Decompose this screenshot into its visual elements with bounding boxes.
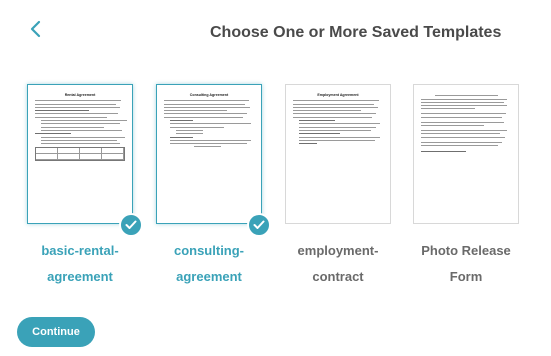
document-preview-title: Consulting Agreement: [189, 93, 229, 97]
selected-check-icon: [247, 213, 271, 237]
template-label-employment-contract[interactable]: employment- contract: [278, 238, 398, 290]
back-button[interactable]: [22, 16, 48, 42]
template-card-employment-contract[interactable]: Employment Agreement: [285, 84, 391, 224]
document-preview: Rental Agreement: [35, 93, 127, 215]
template-card-photo-release-form[interactable]: [413, 84, 519, 224]
selected-check-icon: [119, 213, 143, 237]
document-preview-title: Employment Agreement: [317, 93, 359, 97]
template-label-consulting-agreement[interactable]: consulting- agreement: [149, 238, 269, 290]
continue-button[interactable]: Continue: [17, 317, 95, 347]
document-preview: Employment Agreement: [293, 93, 383, 215]
page-title: Choose One or More Saved Templates: [210, 24, 502, 41]
template-card-basic-rental-agreement[interactable]: Rental Agreement: [27, 84, 133, 224]
template-label-basic-rental-agreement[interactable]: basic-rental- agreement: [20, 238, 140, 290]
document-preview: Consulting Agreement: [164, 93, 254, 215]
document-preview-title: Rental Agreement: [64, 93, 96, 97]
template-label-photo-release-form[interactable]: Photo Release Form: [406, 238, 526, 290]
chevron-left-icon: [30, 20, 41, 38]
template-card-consulting-agreement[interactable]: Consulting Agreement: [156, 84, 262, 224]
document-preview: [421, 93, 511, 215]
